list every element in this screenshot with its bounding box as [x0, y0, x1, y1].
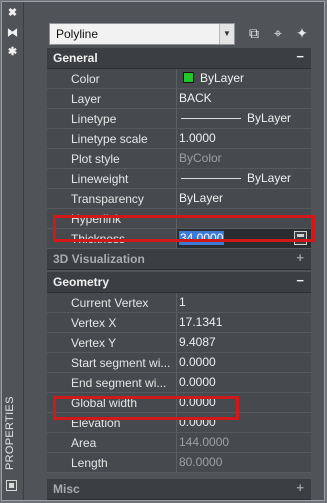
category-geometry[interactable]: Geometry −: [47, 272, 311, 293]
scrollbar[interactable]: [314, 48, 322, 480]
linetype-value[interactable]: ByLayer: [176, 109, 311, 128]
calculator-icon[interactable]: [294, 231, 307, 245]
property-row-end-segment-width[interactable]: End segment wi... 0.0000: [47, 373, 311, 393]
property-row-vertex-x[interactable]: Vertex X 17.1341: [47, 313, 311, 333]
property-row-linetype[interactable]: Linetype ByLayer: [47, 109, 311, 129]
property-row-elevation[interactable]: Elevation 0.0000: [47, 413, 311, 433]
property-row-transparency[interactable]: Transparency ByLayer: [47, 189, 311, 209]
properties-palette: ✖ ⧓ ✱ PROPERTIES Polyline ▼ ⧉ ⌖ ✦ Genera…: [1, 1, 325, 501]
collapse-icon[interactable]: −: [296, 273, 304, 288]
property-row-current-vertex[interactable]: Current Vertex 1: [47, 293, 311, 313]
object-type-dropdown[interactable]: Polyline ▼: [49, 23, 235, 45]
palette-title: PROPERTIES: [4, 396, 16, 470]
thickness-input[interactable]: 34.0000: [176, 229, 311, 248]
lineweight-value[interactable]: ByLayer: [176, 169, 311, 188]
lineweight-sample: [181, 178, 241, 180]
object-type-value: Polyline: [56, 27, 99, 41]
property-row-lineweight[interactable]: Lineweight ByLayer: [47, 169, 311, 189]
property-row-vertex-y[interactable]: Vertex Y 9.4087: [47, 333, 311, 353]
color-value[interactable]: ByLayer: [176, 69, 311, 88]
property-row-plot-style[interactable]: Plot style ByColor: [47, 149, 311, 169]
property-row-global-width[interactable]: Global width 0.0000: [47, 393, 311, 413]
property-row-area[interactable]: Area 144.0000: [47, 433, 311, 453]
property-row-length[interactable]: Length 80.0000: [47, 453, 311, 473]
color-swatch: [183, 72, 194, 83]
property-grid: General − Color ByLayer Layer BACK Linet…: [47, 48, 311, 500]
category-3d-visualization[interactable]: 3D Visualization +: [47, 249, 311, 270]
quick-select-icon[interactable]: ✦: [293, 24, 311, 42]
collapse-icon[interactable]: −: [296, 49, 304, 64]
property-row-color[interactable]: Color ByLayer: [47, 69, 311, 89]
expand-icon[interactable]: +: [296, 250, 304, 265]
expand-icon[interactable]: +: [296, 480, 304, 495]
autohide-icon[interactable]: ⧓: [7, 28, 18, 39]
linetype-sample: [181, 118, 241, 120]
chevron-down-icon[interactable]: ▼: [219, 24, 234, 44]
property-row-layer[interactable]: Layer BACK: [47, 89, 311, 109]
property-row-hyperlink[interactable]: Hyperlink: [47, 209, 311, 229]
palette-menu-icon[interactable]: [6, 480, 17, 491]
property-row-start-segment-width[interactable]: Start segment wi... 0.0000: [47, 353, 311, 373]
select-objects-icon[interactable]: ⌖: [269, 24, 287, 42]
property-row-thickness[interactable]: Thickness 34.0000: [47, 229, 311, 249]
palette-settings-icon[interactable]: ✱: [7, 47, 18, 58]
property-row-linetype-scale[interactable]: Linetype scale 1.0000: [47, 129, 311, 149]
toggle-pickadd-icon[interactable]: ⧉: [245, 24, 263, 42]
close-icon[interactable]: ✖: [7, 8, 18, 19]
category-misc[interactable]: Misc +: [47, 479, 311, 500]
palette-titlebar: ✖ ⧓ ✱ PROPERTIES: [2, 2, 24, 500]
category-general[interactable]: General −: [47, 48, 311, 69]
